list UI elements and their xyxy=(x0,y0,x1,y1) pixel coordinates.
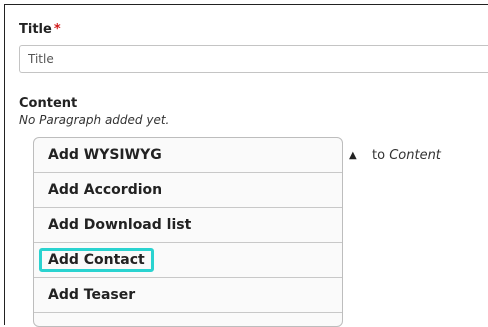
add-accordion-label: Add Accordion xyxy=(48,182,163,198)
content-field-label: Content xyxy=(19,96,78,111)
add-contact-button[interactable]: Add Contact xyxy=(34,243,342,278)
add-paragraph-dropdown: Add WYSIWYG Add Accordion Add Download l… xyxy=(33,137,343,327)
to-content-text: to Content xyxy=(372,148,441,163)
title-field-label: Title * xyxy=(19,22,61,37)
no-paragraph-note: No Paragraph added yet. xyxy=(19,113,170,127)
add-wysiwyg-button[interactable]: Add WYSIWYG xyxy=(34,138,342,173)
title-input[interactable] xyxy=(19,45,488,73)
add-contact-label: Add Contact xyxy=(39,248,154,272)
triangle-up-icon[interactable]: ▲ xyxy=(349,150,357,161)
to-target: Content xyxy=(389,148,441,163)
title-label-text: Title xyxy=(19,22,52,37)
add-teaser-label: Add Teaser xyxy=(48,287,136,303)
add-wysiwyg-label: Add WYSIWYG xyxy=(48,147,162,163)
add-download-list-label: Add Download list xyxy=(48,217,192,233)
required-asterisk: * xyxy=(53,22,61,37)
to-word: to xyxy=(372,148,386,163)
add-accordion-button[interactable]: Add Accordion xyxy=(34,173,342,208)
add-teaser-button[interactable]: Add Teaser xyxy=(34,278,342,313)
add-download-list-button[interactable]: Add Download list xyxy=(34,208,342,243)
